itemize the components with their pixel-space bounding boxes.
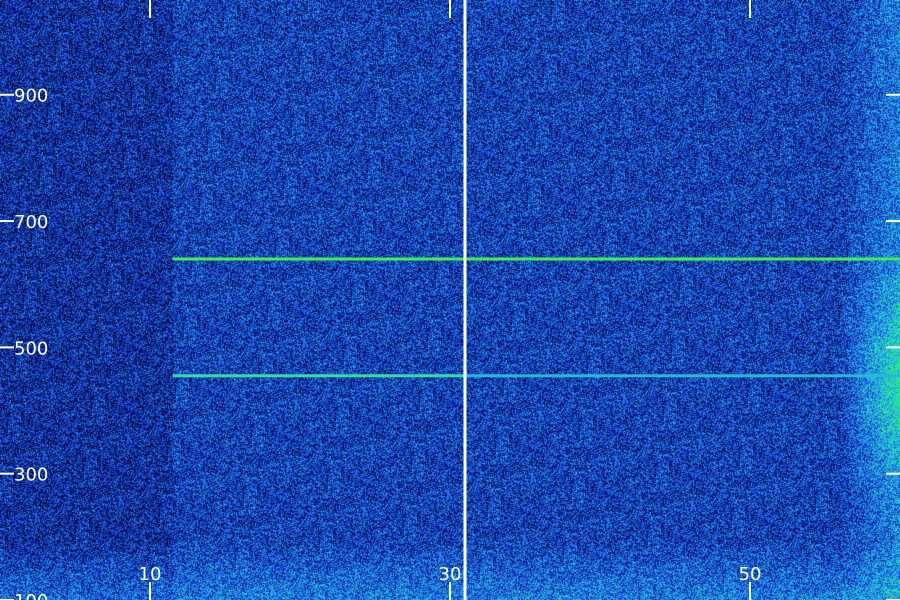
y-tick-label: 300 <box>14 465 48 486</box>
y-tick-label: 100 <box>14 591 48 600</box>
spectrogram-chart: 10 30 50 100 300 500 700 900 <box>0 0 900 600</box>
y-axis: 100 300 500 700 900 <box>0 86 900 600</box>
x-tick-label: 10 <box>139 564 162 585</box>
feature-layer <box>172 0 900 600</box>
y-tick-label: 900 <box>14 86 48 107</box>
x-axis: 10 30 50 <box>139 0 762 600</box>
y-tick-label: 700 <box>14 212 48 233</box>
y-tick-label: 500 <box>14 338 48 359</box>
chart-overlay: 10 30 50 100 300 500 700 900 <box>0 0 900 600</box>
x-tick-label: 50 <box>739 564 762 585</box>
x-tick-label: 30 <box>439 564 462 585</box>
